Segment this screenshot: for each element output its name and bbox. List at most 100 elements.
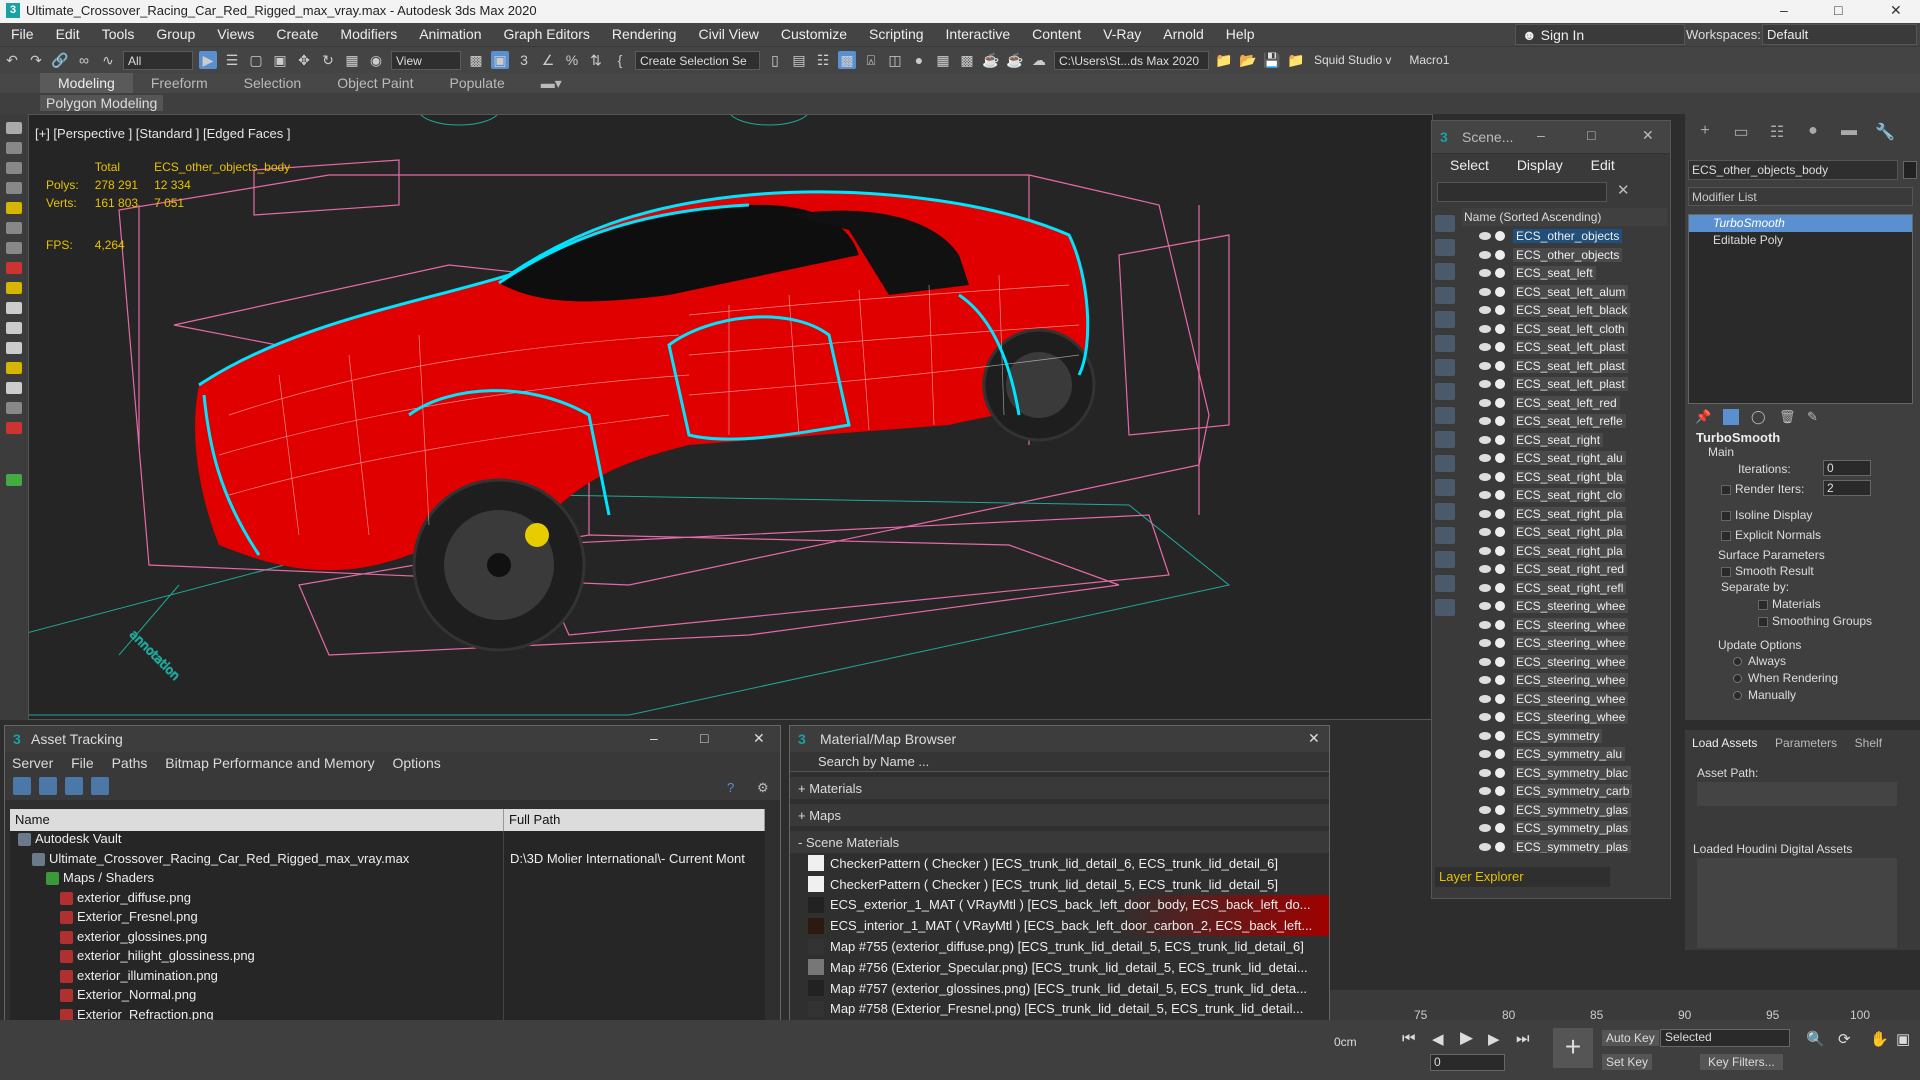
invert-display-icon[interactable]: [1435, 551, 1455, 568]
freeze-dot-icon[interactable]: [1495, 601, 1505, 612]
menu-help[interactable]: Help: [1215, 23, 1266, 46]
table-view-icon[interactable]: [65, 777, 83, 795]
freeze-dot-icon[interactable]: [1495, 786, 1505, 797]
asset-path-input[interactable]: [1697, 782, 1897, 806]
freeze-dot-icon[interactable]: [1495, 434, 1505, 445]
menu-create[interactable]: Create: [265, 23, 329, 46]
pan-icon[interactable]: ✋: [1870, 1030, 1889, 1048]
mirror-icon[interactable]: ▯: [766, 51, 784, 69]
status-icon[interactable]: [6, 474, 22, 486]
tab-populate[interactable]: Populate: [431, 73, 522, 93]
scene-list-item[interactable]: ECS_seat_left_refle: [1462, 412, 1667, 431]
layout-icon[interactable]: [6, 122, 22, 134]
menu-paths[interactable]: Paths: [112, 755, 148, 771]
visibility-eye-icon[interactable]: [1479, 676, 1491, 685]
sign-in-button[interactable]: ☻ Sign In: [1515, 24, 1685, 45]
material-row[interactable]: Map #755 (exterior_diffuse.png) [ECS_tru…: [790, 936, 1329, 957]
time-slider-ruler[interactable]: 75 80 85 90 95 100: [1330, 990, 1920, 1022]
visibility-eye-icon[interactable]: [1479, 361, 1491, 370]
scene-list-item[interactable]: ECS_seat_right_pla: [1462, 505, 1667, 524]
create-shapes-icon[interactable]: [6, 142, 22, 154]
redo-icon[interactable]: ↷: [27, 51, 45, 69]
scene-search-input[interactable]: [1437, 182, 1607, 202]
scene-list-item[interactable]: ECS_symmetry_glas: [1462, 801, 1667, 820]
systems-icon[interactable]: [6, 242, 22, 254]
asset-row[interactable]: Exterior_Fresnel.png: [10, 909, 765, 929]
menu-edit[interactable]: Edit: [45, 23, 91, 46]
visibility-eye-icon[interactable]: [1479, 306, 1491, 315]
zoom-icon[interactable]: 🔍: [1806, 1030, 1825, 1048]
scene-list-item[interactable]: ECS_seat_right_bla: [1462, 468, 1667, 487]
bones-icon[interactable]: [6, 262, 22, 274]
menu-options[interactable]: Options: [392, 755, 440, 771]
visibility-eye-icon[interactable]: [1479, 398, 1491, 407]
scene-list-item[interactable]: ECS_seat_right_pla: [1462, 523, 1667, 542]
scene-list-item[interactable]: ECS_seat_left_alum: [1462, 283, 1667, 302]
pivot-center-icon[interactable]: ▩: [467, 51, 485, 69]
visibility-eye-icon[interactable]: [1479, 250, 1491, 259]
cameras-icon[interactable]: [6, 162, 22, 174]
menu-select[interactable]: Select: [1450, 157, 1489, 173]
freeze-dot-icon[interactable]: [1495, 508, 1505, 519]
filter-funnel-icon[interactable]: [1435, 575, 1455, 592]
scene-list-item[interactable]: ECS_symmetry: [1462, 727, 1667, 746]
freeze-dot-icon[interactable]: [1495, 379, 1505, 390]
project-folder-icon[interactable]: 📁: [1215, 51, 1233, 69]
modifier-list-dropdown[interactable]: Modifier List: [1688, 187, 1913, 206]
material-row[interactable]: Map #758 (Exterior_Fresnel.png) [ECS_tru…: [790, 999, 1329, 1020]
previous-frame-icon[interactable]: ◀: [1432, 1030, 1444, 1048]
filter-hidden-icon[interactable]: [1435, 479, 1455, 496]
asset-row[interactable]: exterior_hilight_glossiness.png: [10, 948, 765, 968]
cone-icon[interactable]: [6, 382, 22, 394]
render-iterative-icon[interactable]: ☕: [1006, 51, 1024, 69]
freeze-dot-icon[interactable]: [1495, 323, 1505, 334]
visibility-eye-icon[interactable]: [1479, 713, 1491, 722]
window-crossing-icon[interactable]: ▣: [271, 51, 289, 69]
scene-list-item[interactable]: ECS_symmetry_blac: [1462, 764, 1667, 783]
render-cloud-icon[interactable]: ☁: [1030, 51, 1048, 69]
object-name-field[interactable]: ECS_other_objects_body: [1688, 160, 1898, 180]
go-to-start-icon[interactable]: ⏮: [1402, 1030, 1416, 1047]
tab-freeform[interactable]: Freeform: [133, 73, 226, 93]
visibility-eye-icon[interactable]: [1479, 731, 1491, 740]
named-selection-sets-dropdown[interactable]: Create Selection Se: [635, 50, 760, 70]
materials-section[interactable]: + Materials: [790, 777, 1329, 799]
material-row[interactable]: Map #756 (Exterior_Specular.png) [ECS_tr…: [790, 957, 1329, 978]
utilities-tab-icon[interactable]: 🔧: [1873, 122, 1897, 142]
selection-filter-dropdown[interactable]: All: [123, 50, 193, 70]
menu-civil-view[interactable]: Civil View: [687, 23, 769, 46]
freeze-dot-icon[interactable]: [1495, 823, 1505, 834]
unlink-icon[interactable]: ∞: [75, 51, 93, 69]
filter-cameras-icon[interactable]: [1435, 287, 1455, 304]
align-icon[interactable]: ▤: [790, 51, 808, 69]
scene-list-item[interactable]: ECS_seat_left_cloth: [1462, 320, 1667, 339]
freeze-dot-icon[interactable]: [1495, 545, 1505, 556]
stack-editable-poly[interactable]: Editable Poly: [1689, 232, 1912, 249]
light-bulb-icon[interactable]: [6, 362, 22, 374]
filter-shapes-icon[interactable]: [1435, 239, 1455, 256]
filter-geometry-icon[interactable]: [1435, 215, 1455, 232]
auto-key-button[interactable]: Auto Key: [1602, 1030, 1659, 1046]
display-all-icon[interactable]: [1435, 503, 1455, 520]
render-setup-icon[interactable]: ▦: [934, 51, 952, 69]
visibility-eye-icon[interactable]: [1479, 694, 1491, 703]
freeze-dot-icon[interactable]: [1495, 360, 1505, 371]
name-column-header[interactable]: Name (Sorted Ascending): [1462, 208, 1667, 226]
select-manipulate-icon[interactable]: ▣: [491, 51, 509, 69]
tab-load-assets[interactable]: Load Assets: [1685, 730, 1764, 756]
scene-list-item[interactable]: ECS_seat_right: [1462, 431, 1667, 450]
filter-containers-icon[interactable]: [1435, 431, 1455, 448]
teapot-icon[interactable]: [6, 322, 22, 334]
scene-list-item[interactable]: ECS_other_objects: [1462, 246, 1667, 265]
visibility-eye-icon[interactable]: [1479, 232, 1491, 241]
render-iters-checkbox[interactable]: [1721, 484, 1731, 495]
menu-arnold[interactable]: Arnold: [1152, 23, 1214, 46]
clear-search-icon[interactable]: ✕: [1617, 181, 1630, 199]
orbit-icon[interactable]: ⟳: [1838, 1030, 1851, 1048]
undo-icon[interactable]: ↶: [3, 51, 21, 69]
menu-group[interactable]: Group: [145, 23, 206, 46]
freeze-dot-icon[interactable]: [1495, 527, 1505, 538]
select-object-icon[interactable]: ▶: [199, 51, 217, 69]
stack-turbosmooth[interactable]: TurboSmooth: [1689, 215, 1912, 232]
explorer-type-dropdown[interactable]: Layer Explorer: [1435, 867, 1610, 887]
